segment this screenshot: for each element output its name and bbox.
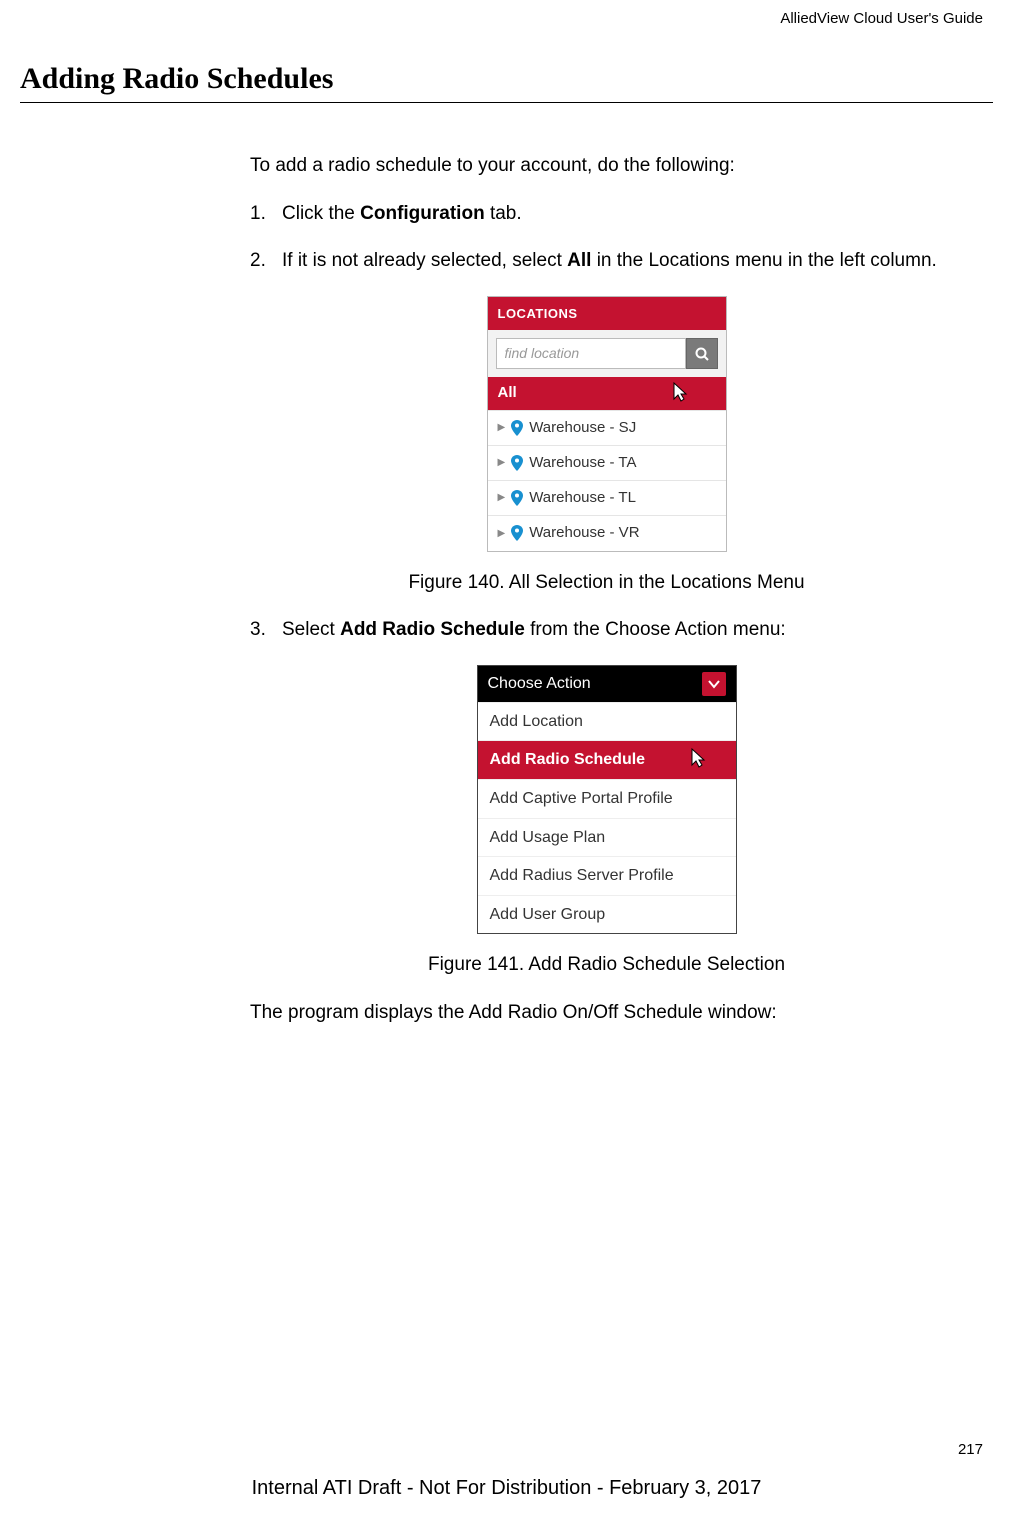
locations-all-label: All [498, 384, 517, 401]
location-label: Warehouse - VR [529, 523, 639, 543]
action-item-add-usage-plan[interactable]: Add Usage Plan [478, 818, 736, 857]
cursor-icon [688, 747, 708, 769]
paragraph: The program displays the Add Radio On/Of… [250, 1000, 963, 1026]
pin-icon [511, 525, 523, 541]
title-rule [20, 102, 993, 103]
step-text: tab. [485, 203, 522, 224]
footer-draft-notice: Internal ATI Draft - Not For Distributio… [0, 1477, 1013, 1500]
expand-icon: ▶ [498, 491, 506, 505]
locations-all-row[interactable]: All [488, 377, 726, 409]
action-item-add-location[interactable]: Add Location [478, 702, 736, 741]
location-item[interactable]: ▶ Warehouse - VR [488, 515, 726, 550]
step-number: 1. [250, 201, 282, 227]
action-item-add-radio-schedule[interactable]: Add Radio Schedule [478, 740, 736, 779]
action-item-add-radius-server[interactable]: Add Radius Server Profile [478, 856, 736, 895]
step-text: If it is not already selected, select [282, 250, 567, 271]
choose-action-menu: Choose Action Add Location Add Radio Sch… [477, 665, 737, 935]
action-item-add-captive-portal[interactable]: Add Captive Portal Profile [478, 779, 736, 818]
location-label: Warehouse - SJ [529, 418, 636, 438]
page: AlliedView Cloud User's Guide Adding Rad… [0, 0, 1013, 1528]
step-1: 1. Click the Configuration tab. [250, 201, 963, 227]
location-item[interactable]: ▶ Warehouse - TL [488, 480, 726, 515]
location-label: Warehouse - TL [529, 488, 636, 508]
step-3: 3. Select Add Radio Schedule from the Ch… [250, 617, 963, 643]
step-body: Select Add Radio Schedule from the Choos… [282, 617, 963, 643]
figure-141: Choose Action Add Location Add Radio Sch… [250, 665, 963, 935]
action-item-label: Add Radio Schedule [490, 751, 646, 768]
step-text: Select [282, 619, 340, 640]
figure-140: LOCATIONS find location All ▶ Warehouse -… [250, 296, 963, 552]
step-number: 2. [250, 248, 282, 274]
choose-action-header[interactable]: Choose Action [478, 666, 736, 702]
location-label: Warehouse - TA [529, 453, 636, 473]
section-title: Adding Radio Schedules [20, 62, 993, 96]
figure-141-caption: Figure 141. Add Radio Schedule Selection [250, 952, 963, 978]
step-bold: Add Radio Schedule [340, 619, 525, 640]
locations-header: LOCATIONS [488, 297, 726, 331]
expand-icon: ▶ [498, 421, 506, 435]
step-number: 3. [250, 617, 282, 643]
step-text: in the Locations menu in the left column… [591, 250, 936, 271]
search-icon [694, 346, 710, 362]
cursor-icon [670, 381, 690, 403]
action-item-add-user-group[interactable]: Add User Group [478, 895, 736, 934]
expand-icon: ▶ [498, 456, 506, 470]
step-body: If it is not already selected, select Al… [282, 248, 963, 274]
expand-icon: ▶ [498, 527, 506, 541]
location-search-button[interactable] [686, 338, 718, 369]
pin-icon [511, 455, 523, 471]
step-bold: Configuration [360, 203, 485, 224]
locations-search-row: find location [488, 330, 726, 377]
step-2: 2. If it is not already selected, select… [250, 248, 963, 274]
location-search-input[interactable]: find location [496, 338, 686, 369]
page-number: 217 [958, 1441, 983, 1458]
step-text: from the Choose Action menu: [525, 619, 786, 640]
location-item[interactable]: ▶ Warehouse - SJ [488, 410, 726, 445]
intro-paragraph: To add a radio schedule to your account,… [250, 153, 963, 179]
figure-140-caption: Figure 140. All Selection in the Locatio… [250, 570, 963, 596]
locations-panel: LOCATIONS find location All ▶ Warehouse -… [487, 296, 727, 552]
step-body: Click the Configuration tab. [282, 201, 963, 227]
step-bold: All [567, 250, 591, 271]
pin-icon [511, 490, 523, 506]
step-text: Click the [282, 203, 360, 224]
chevron-down-icon [702, 672, 726, 696]
content-area: To add a radio schedule to your account,… [250, 153, 963, 1026]
doc-header: AlliedView Cloud User's Guide [20, 10, 993, 27]
location-item[interactable]: ▶ Warehouse - TA [488, 445, 726, 480]
pin-icon [511, 420, 523, 436]
choose-action-label: Choose Action [488, 673, 591, 695]
